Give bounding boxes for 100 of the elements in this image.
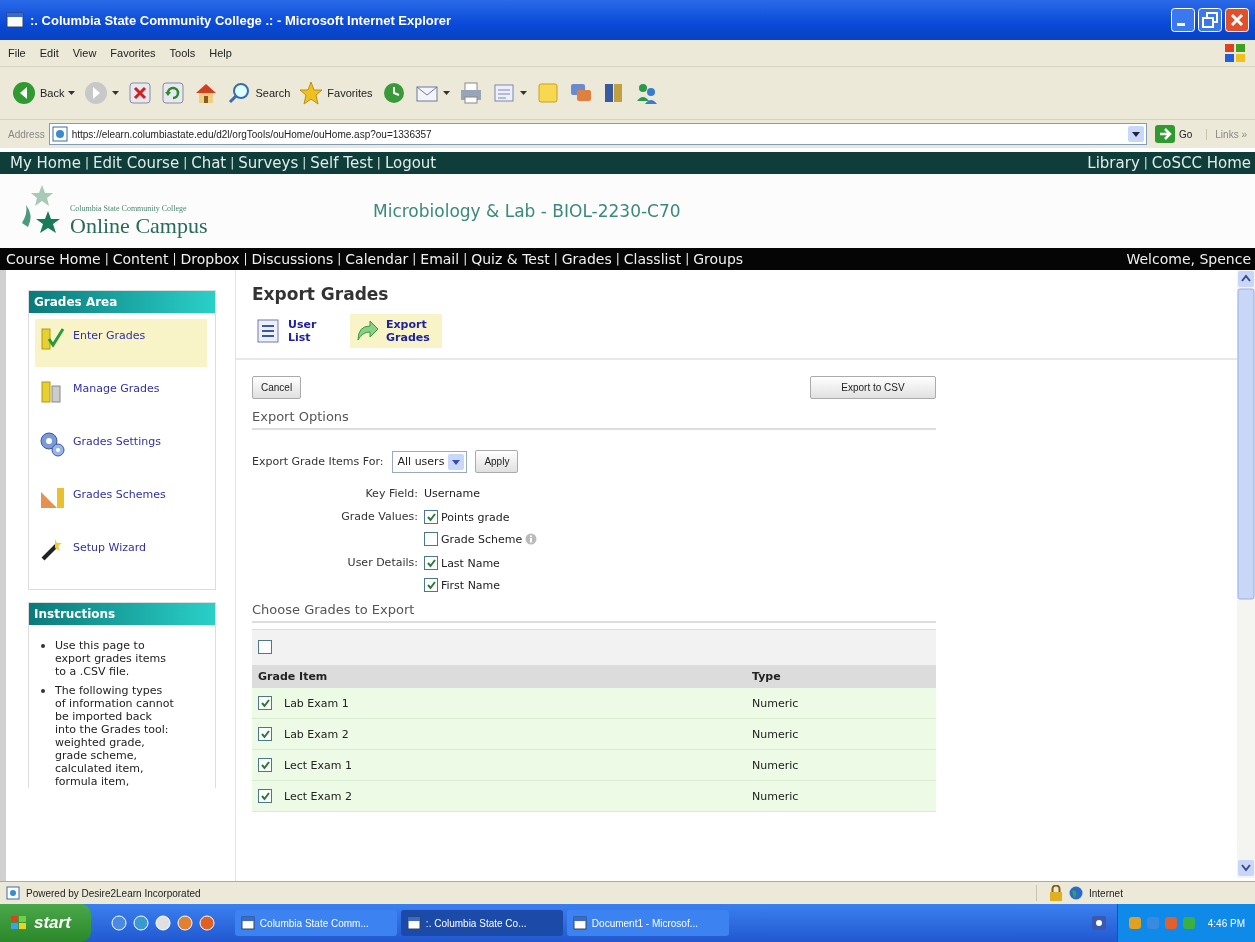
stop-icon [128, 81, 153, 105]
taskbar-button[interactable]: Document1 - Microsof... [566, 910, 729, 936]
taskbar-button[interactable]: Columbia State Comm... [234, 910, 397, 936]
user-select[interactable]: All users [391, 450, 468, 473]
list-icon [256, 318, 282, 344]
tab[interactable]: User List [252, 314, 344, 348]
nav-link[interactable]: Calendar [345, 251, 409, 267]
nav-link[interactable]: Self Test [310, 154, 373, 172]
nav-link[interactable]: Grades [561, 251, 612, 267]
nav-link[interactable]: Dropbox [180, 251, 240, 267]
menu-item[interactable]: Help [209, 47, 232, 59]
history-icon [381, 81, 406, 105]
nav-link[interactable]: Library [1087, 154, 1140, 172]
go-button[interactable]: Go [1150, 125, 1203, 143]
app-icon[interactable] [110, 915, 127, 931]
checkbox[interactable] [424, 578, 438, 592]
app-icon[interactable] [132, 915, 149, 931]
separator: | [337, 252, 342, 266]
close-button[interactable] [1225, 8, 1249, 32]
separator: | [1143, 156, 1148, 170]
scrollbar[interactable] [1237, 270, 1255, 878]
nav-link[interactable]: Course Home [6, 251, 101, 267]
course-title: Microbiology & Lab - BIOL-2230-C70 [373, 201, 681, 221]
checkbox[interactable] [258, 696, 272, 710]
welcome-text: Welcome, Spence [1126, 251, 1251, 267]
globe-icon [1069, 886, 1083, 900]
menu-item[interactable]: Tools [169, 47, 196, 59]
checkbox[interactable] [258, 727, 272, 741]
table-cell: Lect Exam 2 [284, 789, 352, 803]
nav-link[interactable]: Quiz & Test [471, 251, 550, 267]
checkbox[interactable] [424, 556, 438, 570]
document-icon [491, 81, 516, 105]
minimize-button[interactable] [1171, 8, 1195, 32]
nav-link[interactable]: Surveys [238, 154, 299, 172]
maximize-button[interactable] [1198, 8, 1222, 32]
app-icon[interactable] [154, 915, 171, 931]
separator: | [376, 156, 381, 170]
people-icon [634, 81, 659, 105]
nav-link[interactable]: Classlist [623, 251, 682, 267]
separator: | [84, 156, 89, 170]
panel-header: Instructions [29, 603, 215, 625]
sidebar-item[interactable]: Grades Settings [35, 425, 207, 473]
sidebar-item[interactable]: Grades Schemes [35, 478, 207, 526]
edit-button[interactable] [491, 81, 527, 105]
field-label: Export Grade Items For: [252, 455, 384, 468]
favorites-button[interactable]: Favorites [299, 81, 373, 105]
nav-link[interactable]: Logout [384, 154, 437, 172]
sidebar-item[interactable]: Enter Grades [35, 319, 207, 367]
back-button[interactable]: Back [12, 81, 76, 105]
checkbox[interactable] [258, 758, 272, 772]
table-cell: Numeric [752, 758, 799, 772]
checkbox[interactable] [424, 510, 438, 524]
checkbox[interactable] [258, 789, 272, 803]
cancel-button[interactable]: Cancel [252, 376, 302, 399]
print-button[interactable] [458, 81, 483, 105]
apply-button[interactable]: Apply [475, 450, 519, 473]
bullet [41, 644, 45, 648]
refresh-button[interactable] [161, 81, 186, 105]
nav-link[interactable]: Groups [693, 251, 744, 267]
app-icon[interactable] [176, 915, 193, 931]
table-cell: Lab Exam 2 [284, 727, 349, 741]
checkbox[interactable] [258, 640, 272, 654]
star-icon [299, 81, 324, 105]
app-icon[interactable] [198, 915, 215, 931]
table-cell: Numeric [752, 727, 799, 741]
section-title: Choose Grades to Export [252, 602, 936, 623]
menu-item[interactable]: File [8, 47, 26, 59]
start-button[interactable]: start [0, 904, 91, 942]
taskbar-button[interactable]: :. Columbia State Co... [400, 910, 563, 936]
nav-link[interactable]: Chat [191, 154, 227, 172]
table-cell: Numeric [752, 696, 799, 710]
checkbox-label: First Name [441, 578, 501, 592]
messenger-button[interactable] [634, 81, 659, 105]
table-cell: Lab Exam 1 [284, 696, 349, 710]
zone-text: Internet [1089, 887, 1123, 899]
stop-button[interactable] [128, 81, 153, 105]
menu-item[interactable]: Edit [39, 47, 59, 59]
separator: | [183, 156, 188, 170]
separator: | [172, 252, 177, 266]
checkbox[interactable] [424, 532, 438, 546]
nav-link[interactable]: CoSCC Home [1151, 154, 1251, 172]
address-field[interactable]: https://elearn.columbiastate.edu/d2l/orgTools/ouHome/ouHome.asp?ou=1336357 [48, 123, 1147, 145]
nav-link[interactable]: Discussions [251, 251, 334, 267]
sidebar-item[interactable]: Manage Grades [35, 372, 207, 420]
search-button[interactable]: Search [227, 81, 291, 105]
separator: | [685, 252, 690, 266]
sidebar-item[interactable]: Setup Wizard [35, 531, 207, 579]
column-header: Type [752, 670, 781, 683]
panel-header: Grades Area [29, 291, 215, 313]
nav-link[interactable]: My Home [10, 154, 81, 172]
tab[interactable]: Export Grades [350, 314, 442, 348]
nav-link[interactable]: Email [420, 251, 460, 267]
nav-link[interactable]: Edit Course [92, 154, 180, 172]
export-button[interactable]: Export to CSV [810, 376, 936, 399]
history-button[interactable] [381, 81, 406, 105]
menu-item[interactable]: Favorites [110, 47, 156, 59]
field-label: Grade Values: [340, 510, 418, 525]
note-icon [535, 81, 560, 105]
menu-item[interactable]: View [72, 47, 97, 59]
nav-link[interactable]: Content [112, 251, 169, 267]
